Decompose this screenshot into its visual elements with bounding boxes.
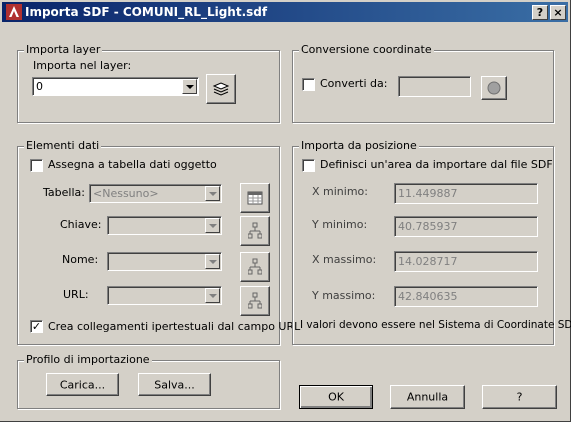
convert-from-checkbox[interactable] bbox=[302, 78, 315, 91]
x-max-label: X massimo: bbox=[312, 253, 377, 266]
url-label: URL: bbox=[63, 288, 89, 301]
assign-table-label: Assegna a tabella dati oggetto bbox=[48, 158, 217, 171]
define-area-label: Definisci un'area da importare dal file … bbox=[320, 158, 553, 171]
help-title-button[interactable]: ? bbox=[532, 5, 548, 20]
table-button[interactable] bbox=[240, 183, 270, 213]
y-min-field[interactable]: 40.785937 bbox=[394, 216, 538, 237]
define-area-checkbox[interactable] bbox=[302, 159, 315, 172]
cancel-label: Annulla bbox=[406, 390, 449, 404]
import-position-group-label: Importa da posizione bbox=[299, 139, 419, 152]
save-profile-label: Salva... bbox=[154, 378, 195, 391]
key-field-button[interactable] bbox=[240, 216, 270, 246]
hyperlink-checkbox[interactable]: ✓ bbox=[30, 320, 43, 333]
key-select[interactable] bbox=[107, 216, 222, 235]
load-profile-button[interactable]: Carica... bbox=[46, 373, 119, 396]
help-label: ? bbox=[516, 390, 523, 404]
chevron-down-icon[interactable] bbox=[182, 79, 197, 94]
convert-from-label: Converti da: bbox=[320, 77, 388, 90]
import-position-group: Importa da posizione bbox=[292, 139, 554, 345]
x-max-field[interactable]: 14.028717 bbox=[394, 251, 538, 272]
chevron-down-icon[interactable] bbox=[205, 218, 220, 233]
title-bar[interactable]: Importa SDF - COMUNI_RL_Light.sdf ? × bbox=[2, 2, 568, 22]
coordinate-system-note: I valori devono essere nel Sistema di Co… bbox=[300, 319, 571, 331]
help-button[interactable]: ? bbox=[482, 385, 557, 409]
x-min-value: 11.449887 bbox=[398, 187, 458, 200]
ok-button[interactable]: OK bbox=[299, 385, 373, 409]
y-min-label: Y minimo: bbox=[312, 218, 368, 231]
load-profile-label: Carica... bbox=[59, 378, 106, 391]
name-select[interactable] bbox=[107, 252, 222, 271]
assign-table-checkbox[interactable] bbox=[30, 159, 43, 172]
ok-label: OK bbox=[328, 390, 344, 404]
convert-from-field[interactable] bbox=[398, 76, 471, 97]
y-min-value: 40.785937 bbox=[398, 220, 458, 233]
data-elements-group-label: Elementi dati bbox=[24, 139, 102, 152]
table-select-value: <Nessuno> bbox=[93, 187, 159, 200]
hierarchy-icon bbox=[248, 292, 262, 309]
y-max-value: 42.840635 bbox=[398, 290, 458, 303]
chevron-down-icon[interactable] bbox=[205, 288, 220, 303]
table-label: Tabella: bbox=[43, 186, 85, 199]
table-select[interactable]: <Nessuno> bbox=[89, 184, 222, 203]
x-max-value: 14.028717 bbox=[398, 255, 458, 268]
name-field-button[interactable] bbox=[240, 252, 270, 282]
x-min-field[interactable]: 11.449887 bbox=[394, 183, 538, 204]
chevron-down-icon[interactable] bbox=[205, 254, 220, 269]
import-into-layer-label: Importa nel layer: bbox=[33, 59, 132, 72]
import-sdf-dialog: Importa SDF - COMUNI_RL_Light.sdf ? × Im… bbox=[0, 0, 571, 422]
layers-icon bbox=[212, 82, 230, 96]
globe-icon bbox=[487, 81, 501, 95]
x-min-label: X minimo: bbox=[312, 185, 368, 198]
coord-conversion-group-label: Conversione coordinate bbox=[299, 43, 434, 56]
url-select[interactable] bbox=[107, 286, 222, 305]
window-title: Importa SDF - COMUNI_RL_Light.sdf bbox=[25, 5, 268, 19]
autocad-icon bbox=[6, 4, 22, 20]
import-profile-group-label: Profilo di importazione bbox=[24, 353, 152, 366]
y-max-label: Y massimo: bbox=[312, 289, 376, 302]
name-label: Nome: bbox=[62, 253, 99, 266]
url-field-button[interactable] bbox=[240, 286, 270, 316]
chevron-down-icon[interactable] bbox=[205, 186, 220, 201]
import-layer-group-label: Importa layer bbox=[24, 43, 103, 56]
key-label: Chiave: bbox=[60, 218, 102, 231]
layer-picker-button[interactable] bbox=[206, 74, 236, 104]
y-max-field[interactable]: 42.840635 bbox=[394, 286, 538, 307]
layer-select-value: 0 bbox=[36, 80, 43, 93]
save-profile-button[interactable]: Salva... bbox=[138, 373, 211, 396]
cancel-button[interactable]: Annulla bbox=[390, 385, 465, 409]
hierarchy-icon bbox=[248, 222, 262, 239]
hyperlink-label: Crea collegamenti ipertestuali dal campo… bbox=[48, 320, 301, 333]
layer-select[interactable]: 0 bbox=[32, 77, 199, 96]
close-title-button[interactable]: × bbox=[550, 5, 566, 20]
coord-system-button[interactable] bbox=[481, 76, 507, 100]
table-icon bbox=[247, 191, 263, 205]
hierarchy-icon bbox=[248, 258, 262, 275]
